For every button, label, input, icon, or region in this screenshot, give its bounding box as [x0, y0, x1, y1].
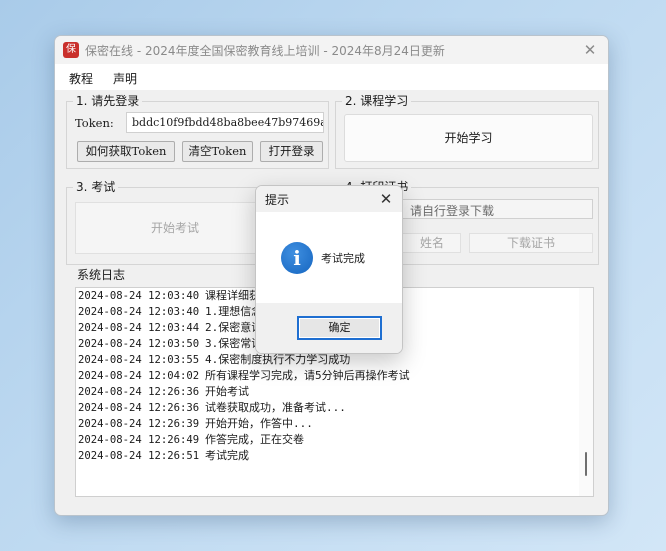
app-logo-icon: 保: [63, 42, 79, 58]
exam-group: 3. 考试 开始考试: [66, 179, 286, 265]
log-entry: 2024-08-24 12:26:49 作答完成，正在交卷: [78, 433, 304, 446]
course-group: 2. 课程学习 开始学习: [335, 93, 599, 169]
log-entry: 2024-08-24 12:04:02 所有课程学习完成，请5分钟后再操作考试: [78, 369, 410, 382]
dialog-footer: 确定: [256, 303, 402, 353]
menu-tutorial[interactable]: 教程: [69, 70, 93, 87]
start-exam-button[interactable]: 开始考试: [75, 202, 275, 254]
token-label: Token:: [75, 116, 114, 130]
log-entry: 2024-08-24 12:26:36 开始考试: [78, 385, 249, 398]
title-bar: 保 保密在线 - 2024年度全国保密教育线上培训 - 2024年8月24日更新…: [55, 36, 608, 64]
exam-group-label: 3. 考试: [73, 179, 119, 195]
login-group-label: 1. 请先登录: [73, 93, 143, 109]
log-entry: 2024-08-24 12:03:55 4.保密制度执行不力学习成功: [78, 353, 351, 366]
log-entry: 2024-08-24 12:03:44 2.保密意识: [78, 321, 263, 334]
window-title: 保密在线 - 2024年度全国保密教育线上培训 - 2024年8月24日更新: [85, 44, 445, 58]
dialog-title-bar: 提示 ✕: [256, 186, 402, 212]
dialog-message: 考试完成: [321, 252, 365, 265]
window-close-button[interactable]: ✕: [580, 40, 600, 60]
menu-statement[interactable]: 声明: [113, 70, 137, 87]
download-certificate-button[interactable]: 下载证书: [469, 233, 593, 253]
log-scrollbar[interactable]: [579, 288, 593, 496]
info-icon: i: [281, 242, 313, 274]
dialog-title: 提示: [265, 193, 290, 207]
log-entry: 2024-08-24 12:26:36 试卷获取成功，准备考试...: [78, 401, 346, 414]
log-entry: 2024-08-24 12:26:51 考试完成: [78, 449, 249, 462]
login-group: 1. 请先登录 Token: bddc10f9fbdd48ba8bee47b97…: [66, 93, 329, 169]
info-dialog: 提示 ✕ i 考试完成 确定: [255, 185, 403, 354]
how-to-get-token-button[interactable]: 如何获取Token: [77, 141, 175, 162]
open-login-button[interactable]: 打开登录: [260, 141, 323, 162]
dialog-close-button[interactable]: ✕: [376, 188, 396, 210]
log-entry: 2024-08-24 12:03:40 1.理想信念: [78, 305, 263, 318]
token-input[interactable]: bddc10f9fbdd48ba8bee47b97469a5d9: [126, 112, 324, 133]
course-group-label: 2. 课程学习: [342, 93, 412, 109]
ok-button[interactable]: 确定: [297, 316, 382, 340]
log-entry: 2024-08-24 12:03:50 3.保密常识: [78, 337, 263, 350]
start-learning-button[interactable]: 开始学习: [344, 114, 593, 162]
menu-bar: 教程 声明: [55, 64, 608, 90]
log-group-label: 系统日志: [74, 267, 129, 283]
log-entry: 2024-08-24 12:26:39 开始开始，作答中...: [78, 417, 313, 430]
log-scroll-thumb[interactable]: [585, 452, 587, 476]
clear-token-button[interactable]: 清空Token: [182, 141, 253, 162]
